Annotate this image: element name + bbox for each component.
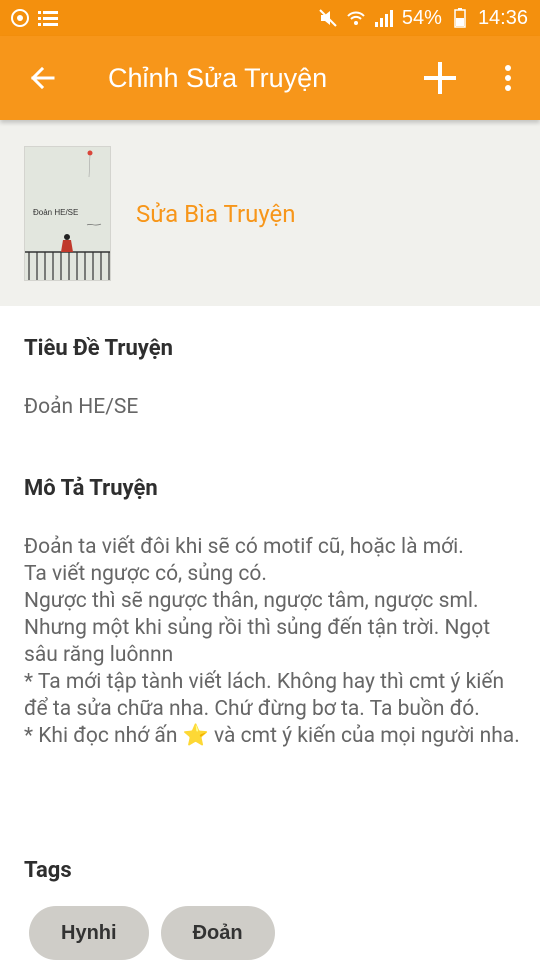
battery-percent: 54%	[401, 6, 442, 29]
tag-chip[interactable]: Hynhi	[29, 906, 149, 960]
page-title: Chỉnh Sửa Truyện	[108, 62, 328, 93]
tag-chip[interactable]: Đoản	[160, 906, 275, 960]
signal-icon	[374, 8, 394, 28]
story-title-label: Tiêu Đề Truyện	[24, 336, 173, 361]
story-cover-image[interactable]: Đoản HE/SE	[24, 146, 111, 281]
story-description-field[interactable]: Đoản ta viết đôi khi sẽ có motif cũ, hoặ…	[24, 534, 524, 750]
status-bar: 54% 14:36	[0, 0, 540, 36]
back-arrow-icon	[30, 66, 55, 90]
app-notification-icon	[10, 8, 30, 28]
story-title-field[interactable]: Đoản HE/SE	[24, 395, 138, 419]
back-button[interactable]	[0, 36, 84, 120]
cover-title-text: Đoản HE/SE	[33, 208, 78, 217]
list-icon	[38, 8, 58, 28]
tags-label: Tags	[24, 858, 72, 883]
description-text-part2: và cmt ý kiến của mọi người nha.	[208, 724, 520, 748]
edit-cover-link[interactable]: Sửa Bìa Truyện	[136, 200, 296, 228]
description-text-part1: Đoản ta viết đôi khi sẽ có motif cũ, hoặ…	[24, 535, 505, 748]
tags-list: Hynhi Đoản	[29, 906, 275, 960]
app-bar: Chỉnh Sửa Truyện	[0, 36, 540, 120]
cover-section: Đoản HE/SE Sửa Bìa Truyện	[0, 120, 540, 306]
clock: 14:36	[477, 6, 528, 29]
add-button[interactable]	[404, 36, 476, 120]
story-description-label: Mô Tả Truyện	[24, 476, 158, 501]
star-icon: ⭐	[182, 724, 209, 748]
more-options-button[interactable]	[476, 36, 540, 120]
battery-icon	[450, 8, 470, 28]
more-vert-icon	[505, 65, 511, 91]
add-icon	[424, 62, 456, 94]
mute-icon	[318, 8, 338, 28]
wifi-icon	[346, 8, 366, 28]
